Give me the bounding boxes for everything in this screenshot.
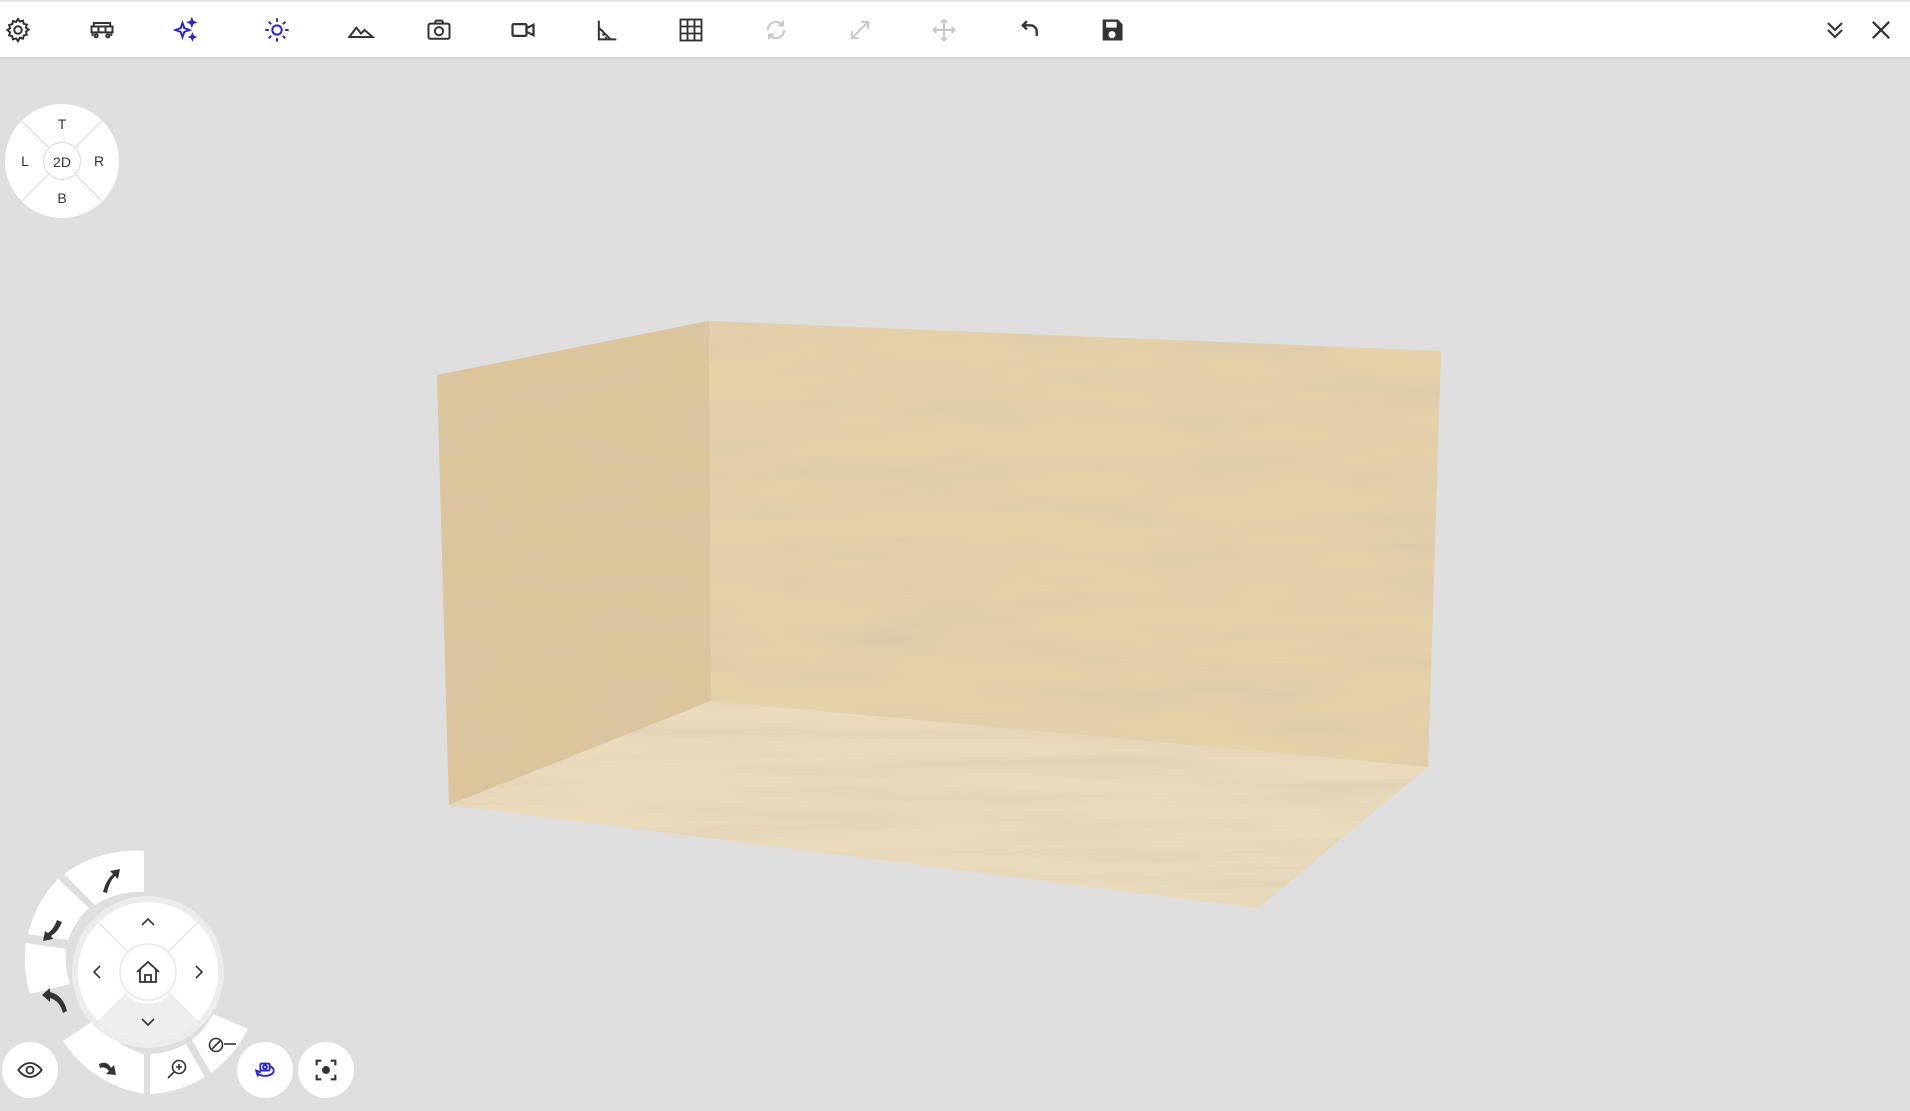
orbit-camera-button[interactable]	[237, 1042, 293, 1098]
view-top-button[interactable]: T	[52, 114, 72, 134]
angle-ruler-icon	[597, 20, 617, 41]
video-camera-icon	[511, 22, 535, 38]
sofa-icon	[90, 22, 114, 39]
undo-turn-arrow-icon	[42, 988, 67, 1013]
rotate-icon	[766, 20, 786, 40]
view-left-button[interactable]: L	[15, 151, 35, 171]
mountain-icon	[347, 26, 375, 38]
focus-frame-icon	[315, 1059, 337, 1081]
orbit-camera-icon	[254, 1062, 275, 1077]
camera-icon	[427, 19, 451, 40]
view-orientation-widget: T L R B 2D	[5, 104, 119, 218]
back-wall[interactable]	[709, 321, 1441, 767]
measure-button[interactable]	[589, 12, 625, 48]
eye-icon	[17, 1062, 43, 1078]
video-button[interactable]	[505, 12, 541, 48]
grid-icon	[679, 18, 703, 42]
landscape-button[interactable]	[343, 12, 379, 48]
focus-button[interactable]	[298, 1042, 354, 1098]
effects-button[interactable]	[168, 12, 204, 48]
top-toolbar	[0, 0, 1910, 57]
move-arrows-icon	[932, 18, 956, 42]
scale-button[interactable]	[842, 12, 878, 48]
sun-icon	[265, 18, 289, 42]
zoom-in-segment[interactable]	[150, 1044, 205, 1094]
floppy-disk-icon	[1102, 19, 1123, 41]
move-button[interactable]	[926, 12, 962, 48]
furniture-button[interactable]	[84, 12, 120, 48]
view-2d-button[interactable]: 2D	[43, 142, 81, 180]
collapse-button[interactable]	[1817, 12, 1853, 48]
view-right-button[interactable]: R	[89, 151, 109, 171]
save-button[interactable]	[1094, 12, 1130, 48]
double-chevron-down-icon	[1827, 22, 1843, 39]
resize-arrows-icon	[850, 20, 870, 40]
settings-button[interactable]	[0, 12, 36, 48]
visibility-button[interactable]	[2, 1042, 58, 1098]
grid-button[interactable]	[673, 12, 709, 48]
undo-button[interactable]	[1010, 12, 1046, 48]
snapshot-button[interactable]	[421, 12, 457, 48]
close-icon	[1872, 21, 1890, 39]
undo-icon	[1021, 20, 1038, 36]
lighting-button[interactable]	[259, 12, 295, 48]
sparkles-icon	[172, 16, 198, 42]
close-button[interactable]	[1863, 12, 1899, 48]
undo-turn-segment[interactable]	[24, 943, 71, 994]
gear-icon	[5, 17, 31, 43]
rotate-button[interactable]	[758, 12, 794, 48]
view-bottom-button[interactable]: B	[52, 188, 72, 208]
